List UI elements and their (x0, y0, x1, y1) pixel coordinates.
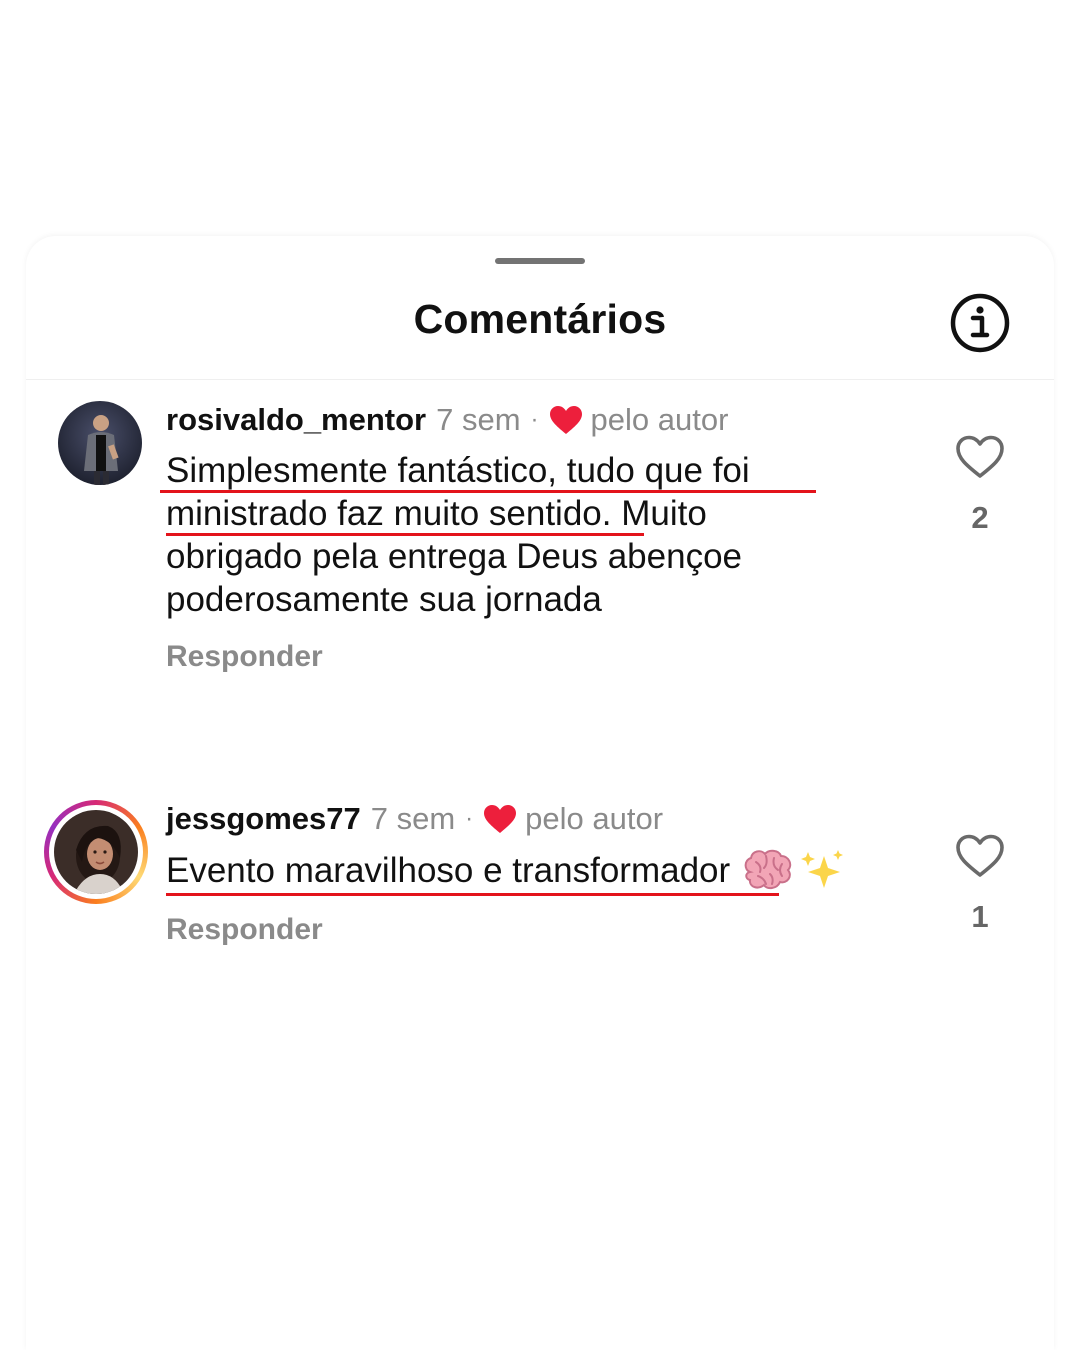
screenshot-canvas: Comentários rosivaldo_mentor 7 sem · pel… (0, 0, 1080, 1350)
comment-meta: rosivaldo_mentor 7 sem · pelo autor (166, 400, 728, 440)
highlight-underline (166, 893, 779, 896)
like-button[interactable] (954, 434, 1006, 480)
comment-text-line: poderosamente sua jornada (166, 580, 602, 619)
avatar-story-ring (49, 805, 143, 899)
sheet-grabber-handle[interactable] (495, 258, 585, 264)
highlight-underline (160, 490, 816, 493)
comment-username[interactable]: jessgomes77 (166, 801, 361, 837)
comment-emojis (742, 848, 846, 892)
heart-outline-icon (956, 834, 1004, 877)
comment-username[interactable]: rosivaldo_mentor (166, 402, 426, 438)
sparkles-emoji-icon (801, 850, 844, 888)
comment-text-line: Evento maravilhoso e transformador (166, 850, 731, 890)
comment-time: 7 sem (436, 402, 521, 437)
meta-separator: · (465, 805, 474, 832)
comment-text-line: Simplesmente fantástico, tudo que foi (166, 451, 750, 490)
reply-button[interactable]: Responder (166, 640, 323, 674)
comment-text-line: ministrado faz muito sentido. Muito (166, 494, 707, 533)
heart-outline-icon (956, 435, 1004, 478)
comment-time: 7 sem (370, 801, 456, 836)
comment-text-line: obrigado pela entrega Deus abençoe (166, 537, 742, 576)
like-count: 2 (971, 500, 989, 535)
comment-meta: jessgomes77 7 sem · pelo autor (166, 799, 663, 839)
sheet-title: Comentários (413, 296, 667, 342)
liked-by-author-label: pelo autor (590, 402, 729, 437)
comment-text: Evento maravilhoso e transformador (166, 848, 846, 892)
heart-filled-icon (549, 406, 582, 434)
liked-by-author-label: pelo autor (525, 801, 664, 836)
brain-emoji-icon (744, 849, 792, 890)
like-button[interactable] (954, 833, 1006, 879)
avatar-photo (54, 810, 138, 894)
heart-filled-icon (484, 805, 517, 833)
avatar-photo (58, 401, 142, 485)
info-circle-icon (950, 293, 1010, 353)
highlight-underline (166, 533, 644, 536)
info-button[interactable] (948, 291, 1012, 355)
avatar[interactable] (44, 800, 148, 904)
reply-button[interactable]: Responder (166, 913, 323, 947)
header-divider (26, 379, 1054, 380)
like-count: 1 (971, 899, 989, 934)
avatar[interactable] (58, 401, 142, 485)
meta-separator: · (530, 406, 539, 433)
